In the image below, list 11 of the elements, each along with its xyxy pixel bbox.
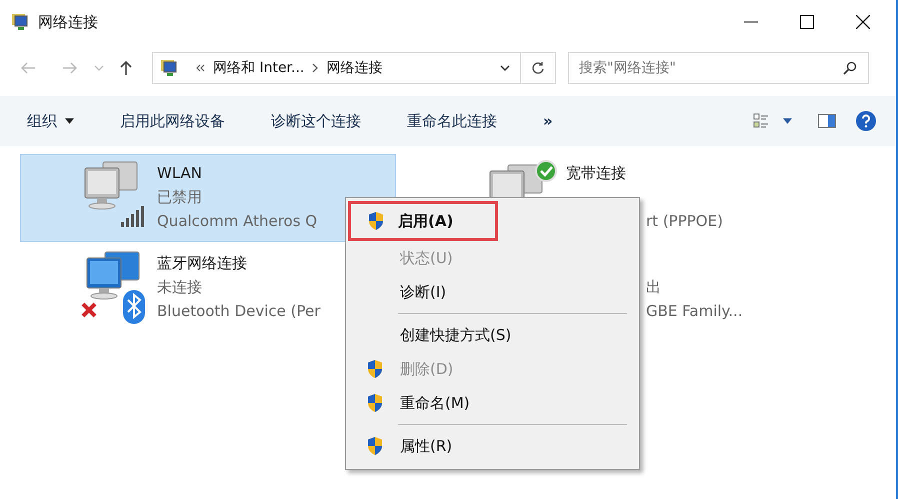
adapter-name: GBE Family...: [646, 302, 743, 322]
connection-status: 出: [646, 278, 662, 298]
connection-name: 蓝牙网络连接: [157, 254, 248, 274]
connection-status: 已禁用: [157, 188, 203, 208]
adapter-name: rt (PPPOE): [646, 212, 723, 232]
connection-name: 宽带连接: [566, 164, 627, 184]
adapter-name: Bluetooth Device (Per: [157, 302, 320, 322]
adapter-name: Qualcomm Atheros Q: [157, 212, 318, 232]
connection-status: 未连接: [157, 278, 203, 298]
window-title: 网络连接: [38, 12, 98, 32]
connection-name: WLAN: [157, 164, 204, 184]
